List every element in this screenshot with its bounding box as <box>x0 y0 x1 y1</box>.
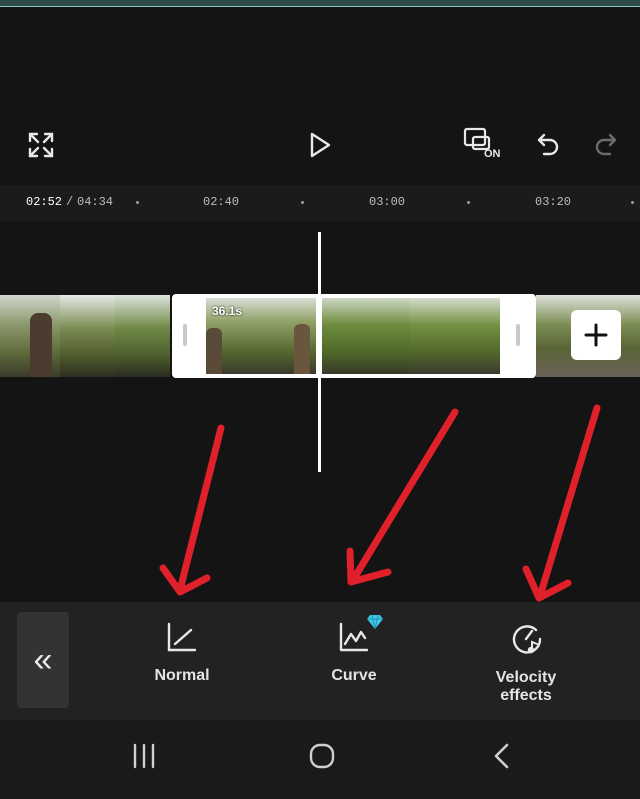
collapse-button[interactable]: « <box>17 612 69 708</box>
annotation-arrow-velocity <box>522 404 601 602</box>
speed-curve-button[interactable]: Curve <box>294 614 414 685</box>
annotation-arrow-curve <box>346 408 459 586</box>
speed-normal-label: Normal <box>154 667 210 684</box>
back-icon <box>494 743 509 769</box>
velocity-effects-button[interactable]: Velocity effects <box>466 620 586 705</box>
speed-normal-button[interactable]: Normal <box>122 620 242 685</box>
annotation-arrow-normal <box>159 424 225 596</box>
recents-button[interactable] <box>124 740 164 772</box>
recents-icon <box>133 743 155 769</box>
home-button[interactable] <box>302 738 342 774</box>
velocity-effects-icon <box>512 625 542 654</box>
speed-curve-label: Curve <box>331 667 377 684</box>
double-chevron-left-icon: « <box>33 641 53 679</box>
home-icon <box>309 743 335 769</box>
normal-speed-icon <box>167 622 197 652</box>
back-button[interactable] <box>484 738 520 774</box>
velocity-effects-label: Velocity effects <box>495 669 557 704</box>
premium-diamond-icon <box>367 614 383 630</box>
